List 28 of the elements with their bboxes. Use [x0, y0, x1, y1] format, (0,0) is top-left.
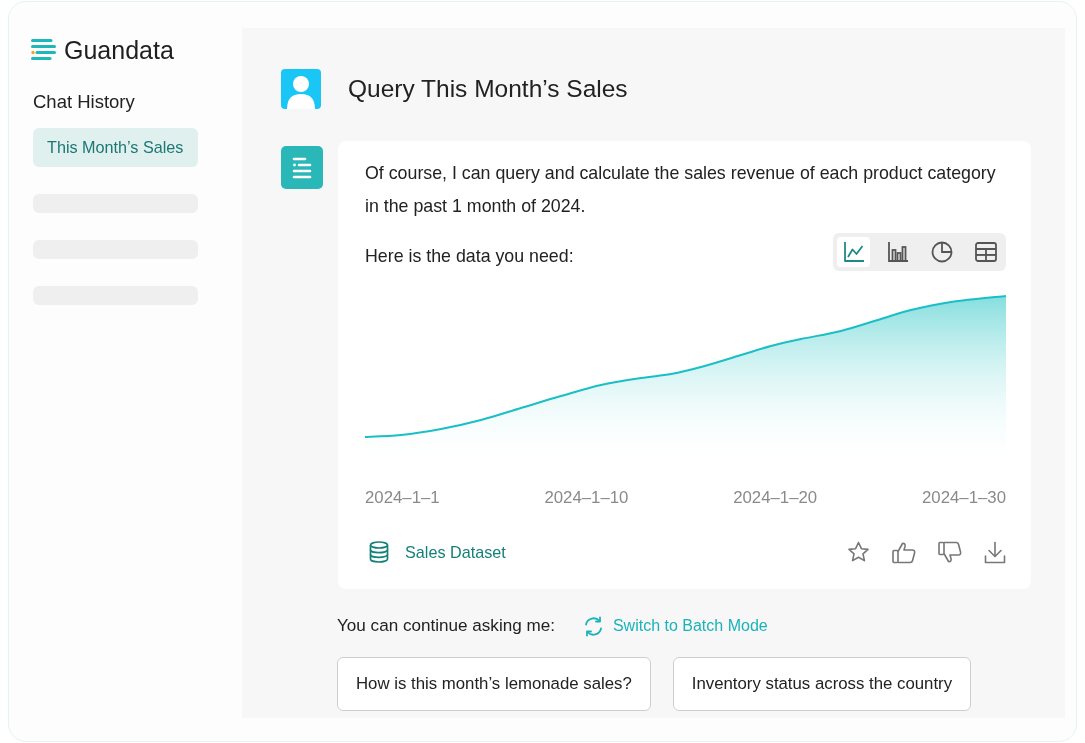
- thumbs-down-icon[interactable]: [938, 540, 962, 564]
- line-chart-icon: [842, 241, 865, 263]
- suggestion-button[interactable]: Inventory status across the country: [672, 657, 972, 711]
- database-icon: [369, 541, 389, 563]
- dataset-link[interactable]: Sales Dataset: [369, 539, 506, 565]
- user-avatar-icon: [281, 69, 321, 109]
- answer-text: Here is the data you need:: [365, 244, 574, 268]
- axis-label: 2024–1–1: [365, 488, 440, 508]
- star-icon[interactable]: [847, 541, 870, 563]
- brand-name: Guandata: [64, 38, 174, 62]
- follow-up-prompt: You can continue asking me:: [337, 615, 555, 637]
- axis-label: 2024–1–30: [921, 488, 1006, 508]
- assistant-icon: [281, 146, 323, 189]
- bar-chart-icon: [886, 241, 909, 263]
- axis-label: 2024–1–20: [733, 488, 818, 508]
- table-icon: [974, 242, 997, 262]
- chart-type-tab[interactable]: [837, 237, 870, 267]
- axis-label: 2024–1–10: [544, 488, 629, 508]
- section-heading: Chat History: [33, 92, 135, 112]
- answer-text: Of course, I can query and calculate the sales revenue of each product category in the past 1 month of 2024.: [365, 162, 997, 218]
- question-title: Query This Month’s Sales: [348, 73, 628, 104]
- logo-icon: [31, 38, 56, 62]
- download-icon[interactable]: [984, 540, 1006, 564]
- history-item[interactable]: This Month’s Sales: [33, 128, 198, 167]
- thumbs-up-icon[interactable]: [892, 540, 916, 564]
- pie-chart-icon: [930, 241, 953, 263]
- suggestion-button[interactable]: How is this month’s lemonade sales?: [337, 657, 651, 711]
- refresh-icon: [582, 615, 604, 637]
